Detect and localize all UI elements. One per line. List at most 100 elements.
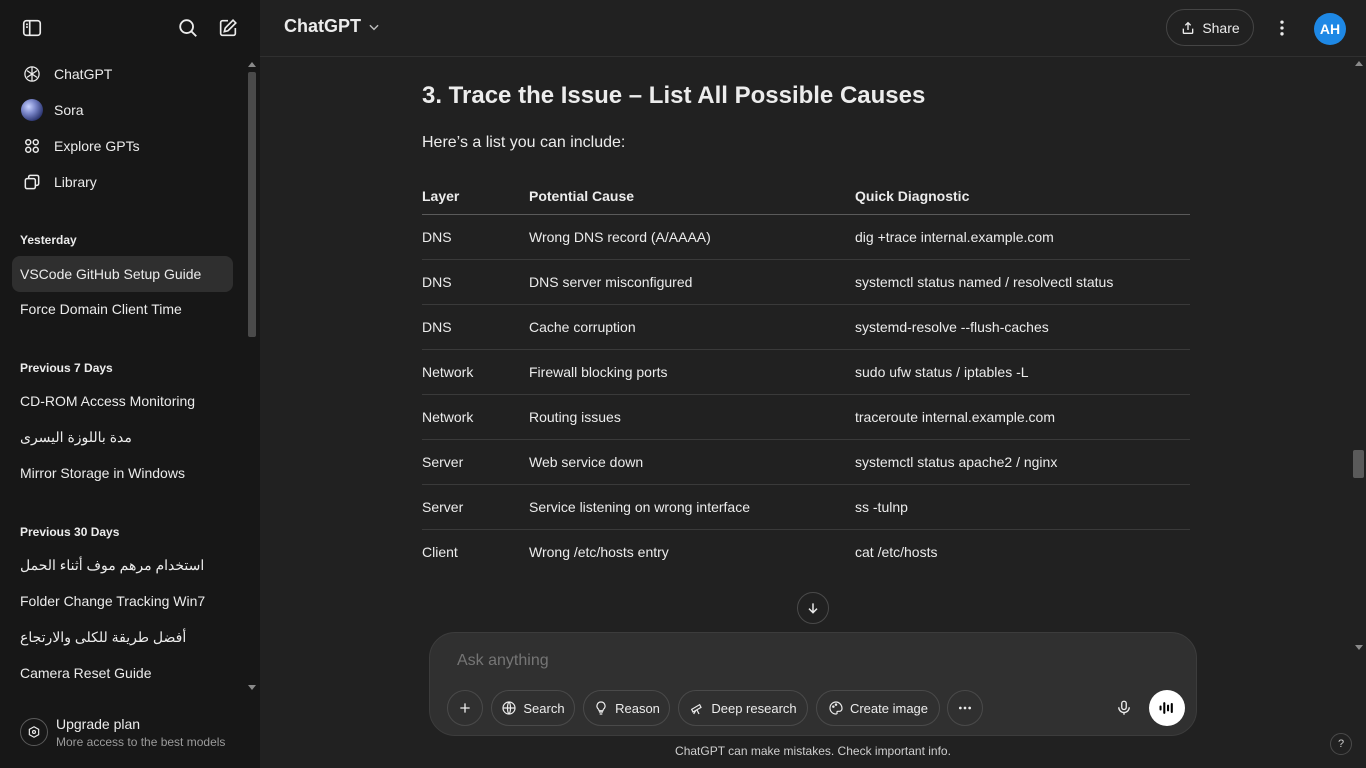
section-heading: 3. Trace the Issue – List All Possible C… [422, 82, 926, 109]
table-cell: Server [422, 439, 529, 485]
chat-item[interactable]: Folder Change Tracking Win7 [12, 583, 233, 619]
table-cell: systemctl status apache2 / nginx [855, 439, 1190, 485]
main-scrollbar[interactable] [1352, 57, 1366, 657]
intro-text: Here’s a list you can include: [422, 134, 626, 151]
table-row: Network Routing issues traceroute internal… [422, 394, 1190, 440]
table-header-row: Layer Potential Cause Quick Diagnostic [422, 182, 1190, 215]
sidebar-item-chatgpt[interactable]: ChatGPT [12, 56, 233, 92]
globe-icon [502, 701, 516, 715]
upgrade-subtitle: More access to the best models [56, 734, 226, 749]
table-cell: systemd-resolve --flush-caches [855, 304, 1190, 350]
composer: Search Reason Deep research Create image [429, 632, 1197, 736]
reason-tool-button[interactable]: Reason [583, 690, 670, 726]
table-row: Client Wrong /etc/hosts entry cat /etc/hos… [422, 529, 1190, 574]
scroll-up-arrow-icon[interactable] [1355, 61, 1363, 66]
voice-mode-button[interactable] [1149, 690, 1185, 726]
table-cell: DNS server misconfigured [529, 259, 855, 305]
chat-item[interactable]: مدة باللوزة اليسرى [12, 419, 233, 455]
upgrade-plan-button[interactable]: Upgrade plan More access to the best mod… [12, 706, 248, 758]
lightbulb-icon [596, 701, 606, 715]
model-name: ChatGPT [284, 16, 362, 36]
search-tool-button[interactable]: Search [491, 690, 575, 726]
table-row: Server Service listening on wrong interfa… [422, 484, 1190, 530]
new-chat-icon[interactable] [214, 14, 242, 42]
tool-label: Reason [615, 700, 660, 716]
sidebar-scrollbar-thumb[interactable] [248, 72, 256, 337]
sidebar: ChatGPT Sora Explore GPTs Library Yester… [0, 0, 260, 768]
search-chats-icon[interactable] [174, 14, 202, 42]
share-icon [1182, 21, 1194, 34]
share-button[interactable]: Share [1166, 9, 1254, 46]
table-header: Quick Diagnostic [855, 182, 1190, 215]
more-tools-button[interactable] [947, 690, 983, 726]
header: ChatGPT Share AH [260, 0, 1366, 57]
sidebar-item-label: Explore GPTs [54, 138, 140, 154]
chat-item[interactable]: أفضل طريقة للكلى والارتجاع [12, 619, 233, 655]
share-label: Share [1202, 19, 1240, 36]
sidebar-top-bar [0, 0, 260, 56]
grid-icon [20, 134, 44, 158]
model-selector[interactable]: ChatGPT [284, 16, 381, 37]
table-cell: Web service down [529, 439, 855, 485]
chat-item[interactable]: Mirror Storage in Windows [12, 455, 233, 491]
section-title-previous-30-days: Previous 30 Days [20, 525, 120, 539]
chat-item[interactable]: Camera Reset Guide [12, 655, 233, 691]
tool-label: Search [523, 700, 565, 716]
tool-label: Deep research [711, 700, 797, 716]
table-header: Layer [422, 182, 529, 215]
disclaimer-text: ChatGPT can make mistakes. Check importa… [675, 744, 951, 758]
chevron-down-icon [369, 24, 379, 30]
prompt-input[interactable] [457, 652, 1057, 670]
create-image-tool-button[interactable]: Create image [816, 690, 940, 726]
scroll-down-arrow-icon[interactable] [1355, 645, 1363, 650]
help-button[interactable]: ? [1330, 733, 1352, 755]
upgrade-title: Upgrade plan [56, 715, 141, 732]
ellipsis-icon [959, 706, 971, 710]
chat-item[interactable]: Force Domain Client Time [12, 291, 233, 327]
table-cell: ss -tulnp [855, 484, 1190, 530]
table-cell: DNS [422, 214, 529, 260]
sidebar-item-label: Library [54, 174, 97, 190]
chat-item[interactable]: CD-ROM Access Monitoring [12, 383, 233, 419]
tool-label: Create image [849, 700, 929, 716]
causes-table: Layer Potential Cause Quick Diagnostic D… [422, 182, 1190, 574]
sidebar-item-label: Sora [54, 102, 84, 118]
table-row: Network Firewall blocking ports sudo ufw s… [422, 349, 1190, 395]
toggle-sidebar-icon[interactable] [18, 14, 46, 42]
scroll-to-bottom-button[interactable] [797, 592, 829, 624]
sidebar-item-explore-gpts[interactable]: Explore GPTs [12, 128, 233, 164]
table-cell: DNS [422, 304, 529, 350]
table-cell: Server [422, 484, 529, 530]
palette-icon [829, 701, 843, 715]
chat-item[interactable]: استخدام مرهم موف أثناء الحمل [12, 547, 233, 583]
add-attachment-button[interactable] [447, 690, 483, 726]
table-cell: Network [422, 394, 529, 440]
table-cell: DNS [422, 259, 529, 305]
deep-research-tool-button[interactable]: Deep research [678, 690, 808, 726]
avatar[interactable]: AH [1314, 13, 1346, 45]
table-cell: systemctl status named / resolvectl stat… [855, 259, 1190, 305]
table-row: DNS DNS server misconfigured systemctl sta… [422, 259, 1190, 305]
table-cell: Wrong /etc/hosts entry [529, 543, 669, 560]
scroll-up-arrow-icon[interactable] [248, 62, 256, 67]
table-row: Server Web service down systemctl status a… [422, 439, 1190, 485]
chat-item[interactable]: VSCode GitHub Setup Guide [12, 256, 233, 292]
main-scrollbar-thumb[interactable] [1353, 450, 1364, 478]
more-options-icon[interactable] [1270, 14, 1294, 42]
chatgpt-logo-icon [20, 62, 44, 86]
sidebar-scrollbar[interactable] [246, 60, 258, 696]
upgrade-icon [20, 718, 48, 746]
sidebar-item-label: ChatGPT [54, 66, 113, 82]
table-cell: Firewall blocking ports [529, 349, 855, 395]
table-cell: Client [422, 543, 458, 560]
sora-icon [20, 98, 44, 122]
waveform-icon [1159, 702, 1173, 714]
scroll-down-arrow-icon[interactable] [248, 685, 256, 690]
sidebar-item-library[interactable]: Library [12, 164, 233, 200]
section-title-yesterday: Yesterday [20, 233, 77, 247]
table-cell: sudo ufw status / iptables -L [855, 349, 1190, 395]
microphone-icon[interactable] [1106, 690, 1142, 726]
table-cell: traceroute internal.example.com [855, 394, 1190, 440]
sidebar-item-sora[interactable]: Sora [12, 92, 233, 128]
table-cell: Cache corruption [529, 304, 855, 350]
